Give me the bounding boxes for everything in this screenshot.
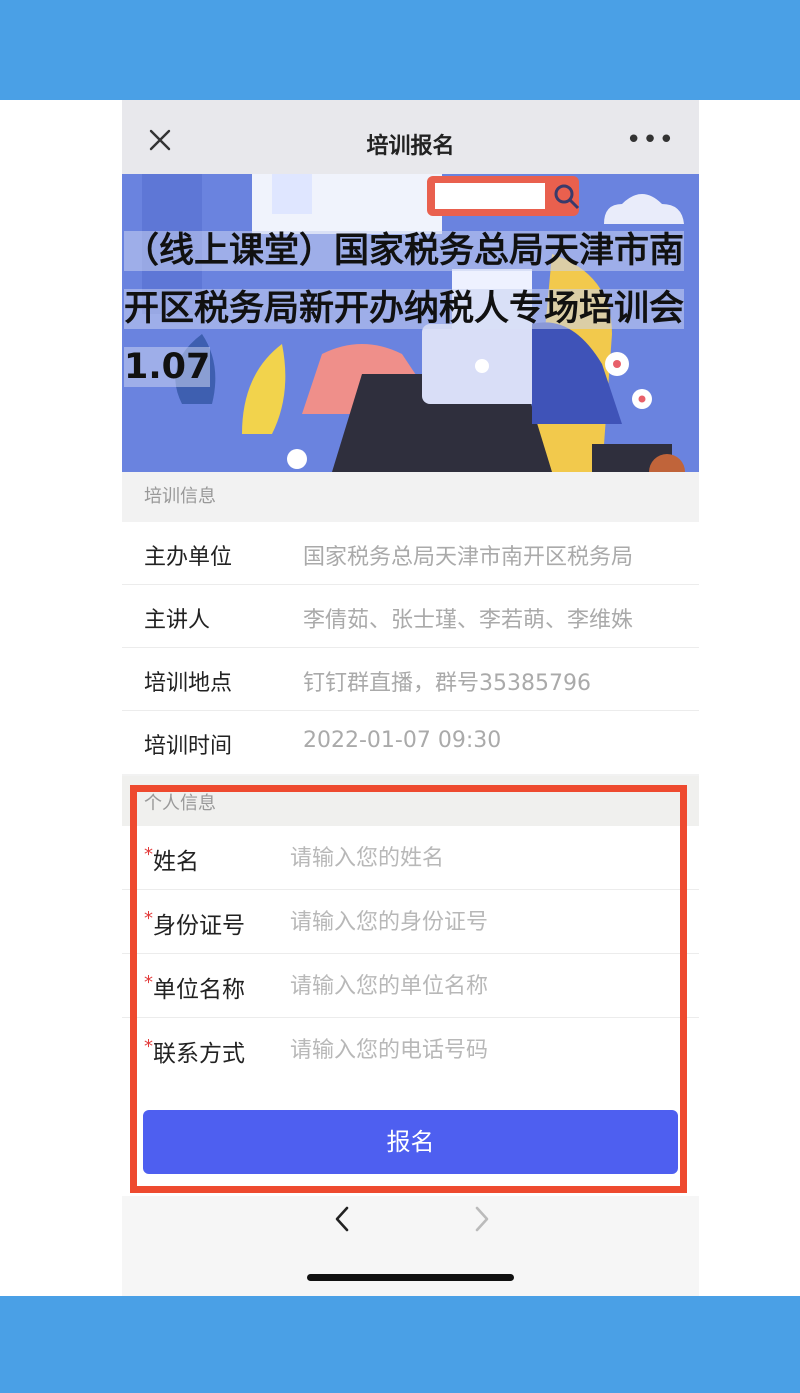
forward-arrow-icon[interactable] xyxy=(470,1204,494,1234)
bottom-background-band xyxy=(0,1296,800,1393)
info-row-organizer: 主办单位 国家税务总局天津市南开区税务局 xyxy=(122,522,699,585)
field-label: 联系方式 xyxy=(153,1041,245,1067)
register-button[interactable]: 报名 xyxy=(143,1110,678,1174)
info-key: 培训地点 xyxy=(144,671,233,696)
page-title: 培训报名 xyxy=(366,134,455,159)
form-row-name: * 姓名 xyxy=(122,826,699,890)
form-row-contact: * 联系方式 xyxy=(122,1018,699,1082)
top-background-band xyxy=(0,0,800,100)
name-input[interactable] xyxy=(290,838,670,878)
info-key: 主讲人 xyxy=(144,608,211,633)
form-row-company: * 单位名称 xyxy=(122,954,699,1018)
info-key: 培训时间 xyxy=(144,734,233,759)
info-value: 2022-01-07 09:30 xyxy=(303,728,502,753)
browser-bottom-bar xyxy=(122,1196,699,1296)
required-mark: * xyxy=(144,844,153,865)
info-row-time: 培训时间 2022-01-07 09:30 xyxy=(122,711,699,774)
training-info-list: 主办单位 国家税务总局天津市南开区税务局 主讲人 李倩茹、张士瑾、李若萌、李维姝… xyxy=(122,522,699,774)
field-label: 姓名 xyxy=(153,849,199,875)
form-row-id-number: * 身份证号 xyxy=(122,890,699,954)
required-mark: * xyxy=(144,908,153,929)
info-key: 主办单位 xyxy=(144,545,233,570)
phone-input[interactable] xyxy=(290,1030,670,1070)
phone-screen: 培训报名 ••• （线上课堂）国家税务总局天津市南开区税务局新开办纳税人专场培训… xyxy=(122,100,699,1296)
field-label: 身份证号 xyxy=(153,913,245,939)
id-number-input[interactable] xyxy=(290,902,670,942)
banner: （线上课堂）国家税务总局天津市南开区税务局新开办纳税人专场培训会1.07 xyxy=(122,174,699,472)
home-indicator[interactable] xyxy=(307,1274,514,1281)
info-value: 李倩茹、张士瑾、李若萌、李维姝 xyxy=(303,608,634,633)
nav-bar: 培训报名 ••• xyxy=(122,100,699,174)
more-icon[interactable]: ••• xyxy=(626,127,675,153)
required-mark: * xyxy=(144,972,153,993)
info-row-location: 培训地点 钉钉群直播，群号35385796 xyxy=(122,648,699,711)
section-label-training-info: 培训信息 xyxy=(122,472,699,522)
info-value: 钉钉群直播，群号35385796 xyxy=(303,671,591,696)
field-label: 单位名称 xyxy=(153,977,245,1003)
info-row-speaker: 主讲人 李倩茹、张士瑾、李若萌、李维姝 xyxy=(122,585,699,648)
required-mark: * xyxy=(144,1036,153,1057)
company-input[interactable] xyxy=(290,966,670,1006)
banner-title: （线上课堂）国家税务总局天津市南开区税务局新开办纳税人专场培训会1.07 xyxy=(122,222,699,396)
info-value: 国家税务总局天津市南开区税务局 xyxy=(303,545,634,570)
back-arrow-icon[interactable] xyxy=(330,1204,354,1234)
section-label-personal-info: 个人信息 xyxy=(122,776,699,826)
banner-title-text: （线上课堂）国家税务总局天津市南开区税务局新开办纳税人专场培训会1.07 xyxy=(124,231,685,387)
